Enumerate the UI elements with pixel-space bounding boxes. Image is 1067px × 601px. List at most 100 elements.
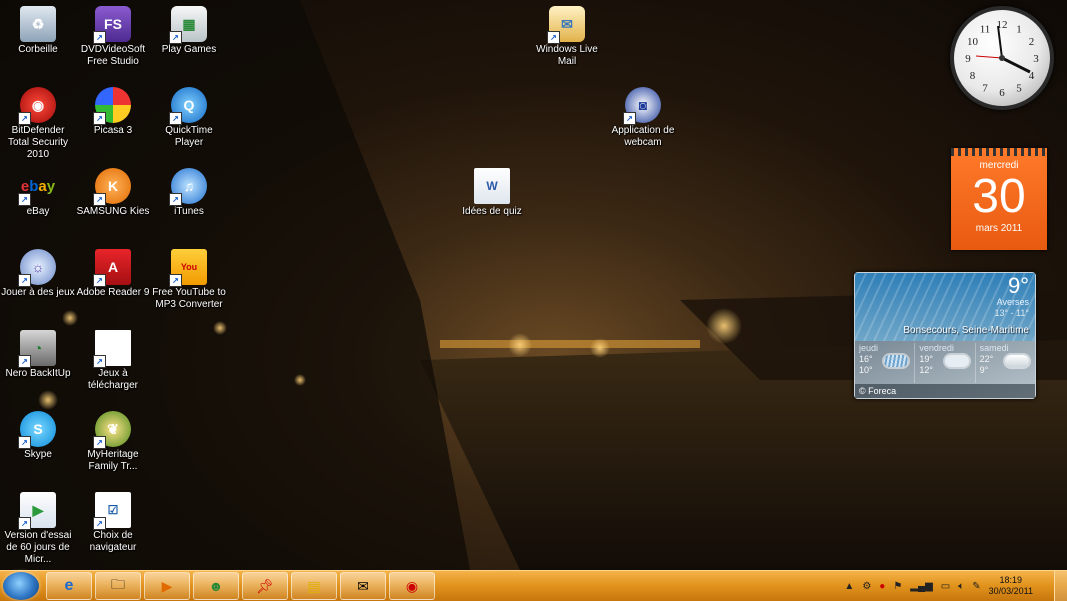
- desktop-icon-jeux-telecharger[interactable]: ↗ Jeux à télécharger: [75, 330, 151, 392]
- desktop-icon-ebay[interactable]: e b a y ↗ eBay: [0, 168, 76, 218]
- taskbar-clock[interactable]: 18:19 30/03/2011: [989, 575, 1033, 597]
- clock-numeral: 3: [1033, 53, 1039, 65]
- clock-numeral: 10: [967, 36, 979, 48]
- nero-icon: ◔ ↗: [18, 330, 56, 368]
- shortcut-arrow-icon: ↗: [18, 274, 31, 287]
- icon-label: MyHeritage Family Tr...: [87, 449, 139, 472]
- calendar-binding: [951, 148, 1047, 156]
- games-orb-icon: ☼ ↗: [18, 249, 56, 287]
- forecast-day-name: jeudi: [859, 343, 879, 353]
- ebay-icon: e b a y ↗: [18, 168, 56, 206]
- shortcut-arrow-icon: ↗: [93, 274, 106, 287]
- blank-file-icon: ↗: [93, 330, 131, 368]
- pen-tablet-icon[interactable]: ✎: [972, 581, 980, 592]
- forecast-day-name: samedi: [979, 343, 1009, 353]
- desktop-icon-itunes[interactable]: ♫ ↗ iTunes: [151, 168, 227, 218]
- shortcut-arrow-icon: ↗: [18, 355, 31, 368]
- shortcut-arrow-icon: ↗: [169, 31, 182, 44]
- desktop-icon-jouer-jeux[interactable]: ☼ ↗ Jouer à des jeux: [0, 249, 76, 299]
- desktop-icon-samsung-kies[interactable]: K ↗ SAMSUNG Kies: [75, 168, 151, 218]
- taskbar-internet-explorer[interactable]: e: [46, 572, 92, 600]
- forecast-low: 9°: [979, 365, 989, 375]
- icon-label: Nero BackItUp: [5, 368, 71, 379]
- picasa-icon: ↗: [93, 87, 131, 125]
- itunes-icon: ♫ ↗: [169, 168, 207, 206]
- desktop-icon-browser-choice[interactable]: ☑ ↗ Choix de navigateur: [75, 492, 151, 554]
- fs-icon: FS ↗: [93, 6, 131, 44]
- forecast-low: 12°: [919, 365, 933, 375]
- explorer-folder-icon: 🗀: [111, 576, 125, 592]
- tray-device-icon[interactable]: ⚙: [862, 581, 871, 592]
- desktop-icon-adobe-reader[interactable]: A ↗ Adobe Reader 9: [75, 249, 151, 299]
- bitdefender-icon: ◉ ↗: [18, 87, 56, 125]
- rain-icon: [884, 355, 909, 367]
- calendar-gadget[interactable]: mercredi 30 mars 2011: [951, 148, 1047, 250]
- taskbar-sticky-notes[interactable]: ▤: [291, 572, 337, 600]
- desktop-icon-office-trial[interactable]: ▶ ↗ Version d'essai de 60 jours de Micr..…: [0, 492, 76, 566]
- desktop-icon-skype[interactable]: S ↗ Skype: [0, 411, 76, 461]
- shortcut-arrow-icon: ↗: [93, 112, 106, 125]
- shortcut-arrow-icon: ↗: [18, 193, 31, 206]
- desktop-icon-dvdvideosoft[interactable]: FS ↗ DVDVideoSoft Free Studio: [75, 6, 151, 68]
- desktop-icon-quicktime[interactable]: Q ↗ QuickTime Player: [151, 87, 227, 149]
- desktop-icon-picasa[interactable]: ↗ Picasa 3: [75, 87, 151, 137]
- network-signal-icon[interactable]: ▂▄▆: [910, 581, 932, 592]
- shortcut-arrow-icon: ↗: [169, 112, 182, 125]
- desktop-icon-play-games[interactable]: ▦ ↗ Play Games: [151, 6, 227, 56]
- show-hidden-icons-icon[interactable]: ▲: [844, 581, 854, 592]
- taskbar-pushpin[interactable]: 📌︎: [242, 572, 288, 600]
- icon-label: QuickTime Player: [165, 125, 213, 148]
- checklist-icon: ☑ ↗: [93, 492, 131, 530]
- weather-gadget[interactable]: 9° Averses 13° - 11° Bonsecours, Seine-M…: [854, 272, 1036, 399]
- shortcut-arrow-icon: ↗: [93, 193, 106, 206]
- action-center-icon[interactable]: ⚑: [893, 581, 902, 592]
- shortcut-arrow-icon: ↗: [623, 112, 636, 125]
- start-button[interactable]: [3, 572, 39, 600]
- shortcut-arrow-icon: ↗: [93, 517, 106, 530]
- taskbar-explorer[interactable]: 🗀: [95, 572, 141, 600]
- weather-condition: Averses: [996, 297, 1029, 307]
- forecast-low: 10°: [859, 365, 873, 375]
- desktop-icon-bitdefender[interactable]: ◉ ↗ BitDefender Total Security 2010: [0, 87, 76, 161]
- desktop-icon-myheritage[interactable]: ❦ ↗ MyHeritage Family Tr...: [75, 411, 151, 473]
- icon-label: Jeux à télécharger: [87, 368, 139, 391]
- forecast-day: vendredi 19° 12°: [915, 343, 976, 383]
- clock-numeral: 2: [1029, 36, 1035, 48]
- icon-label: Application de webcam: [611, 125, 675, 148]
- desktop-icon-youtube-mp3[interactable]: You ↗ Free YouTube to MP3 Converter: [151, 249, 227, 311]
- desktop-icon-webcam[interactable]: ◙ ↗ Application de webcam: [605, 87, 681, 149]
- clock-numeral: 9: [965, 53, 971, 65]
- webcam-icon: ◙ ↗: [623, 87, 661, 125]
- forecast-day-name: vendredi: [919, 343, 954, 353]
- recycle-bin-icon: ♻: [20, 6, 56, 42]
- show-desktop-button[interactable]: [1054, 571, 1067, 601]
- taskbar-mail[interactable]: ✉: [340, 572, 386, 600]
- shortcut-arrow-icon: ↗: [18, 517, 31, 530]
- clock-face: 12 1234567891011: [965, 19, 1039, 99]
- taskbar-messenger[interactable]: ☻: [193, 572, 239, 600]
- battery-icon[interactable]: ▭: [941, 581, 950, 592]
- clock-numeral: 5: [1016, 82, 1022, 94]
- volume-icon[interactable]: 🔈︎: [958, 581, 964, 592]
- clock-numeral: 7: [982, 82, 988, 94]
- skype-icon: S ↗: [18, 411, 56, 449]
- adobe-reader-icon: A ↗: [93, 249, 131, 287]
- desktop-icon-windows-live-mail[interactable]: ✉ ↗ Windows Live Mail: [529, 6, 605, 68]
- clock-numeral: 1: [1016, 24, 1022, 36]
- taskbar-media-player[interactable]: ▶: [144, 572, 190, 600]
- clock-gadget[interactable]: 12 1 2 3 4 5 6 7 8 9 10 11: [950, 6, 1054, 110]
- icon-label: iTunes: [174, 206, 204, 217]
- forecast-day: jeudi 16° 10°: [855, 343, 916, 383]
- quicktime-icon: Q ↗: [169, 87, 207, 125]
- tray-bitdefender-icon[interactable]: ●: [879, 581, 885, 592]
- weather-hilo: 13° - 11°: [994, 308, 1029, 318]
- messenger-icon: ☻: [208, 578, 224, 594]
- desktop-icon-nero[interactable]: ◔ ↗ Nero BackItUp: [0, 330, 76, 380]
- weather-location: Bonsecours, Seine-Maritime: [903, 325, 1029, 336]
- icon-label: DVDVideoSoft Free Studio: [80, 44, 146, 67]
- desktop-icon-corbeille[interactable]: ♻ Corbeille: [0, 6, 76, 56]
- desktop-icon-idees-quiz[interactable]: W Idées de quiz: [454, 168, 530, 218]
- calendar-day-number: 30: [972, 170, 1026, 223]
- taskbar-bitdefender[interactable]: ◉: [389, 572, 435, 600]
- weather-forecast: jeudi 16° 10° vendredi 19° 12° samedi 22…: [855, 343, 1035, 383]
